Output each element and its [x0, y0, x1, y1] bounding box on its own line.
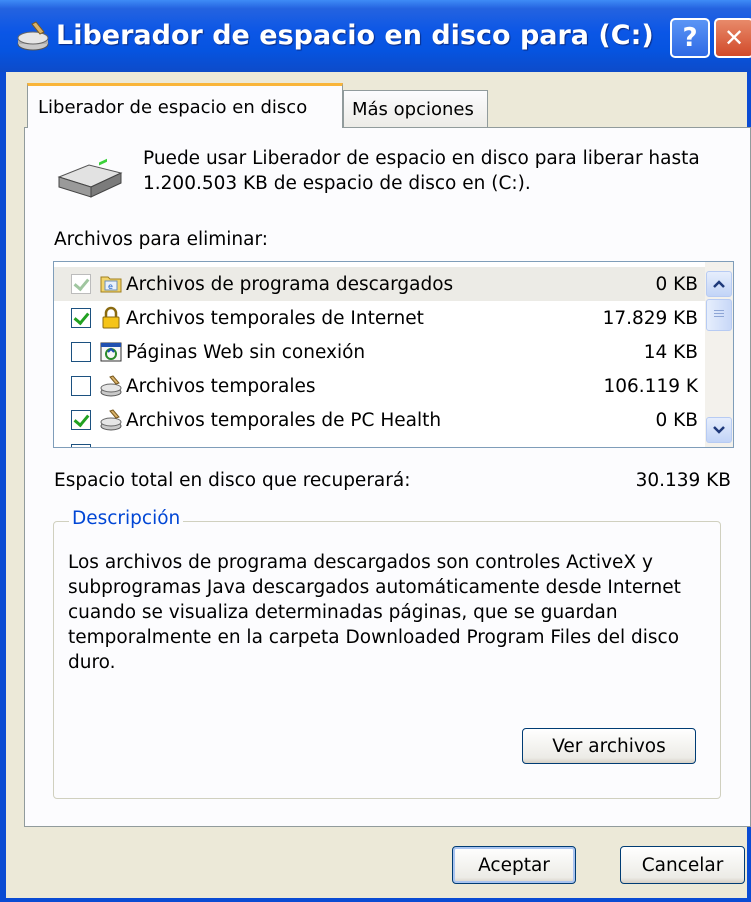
file-name: Archivos temporales de Internet: [126, 307, 424, 329]
description-legend: Descripción: [69, 508, 184, 529]
file-size: 106.119 K: [603, 375, 698, 397]
close-icon: ✕: [723, 24, 745, 52]
view-files-button[interactable]: Ver archivos: [522, 728, 696, 764]
checkbox[interactable]: [71, 274, 91, 294]
title-bar[interactable]: Liberador de espacio en disco para (C:) …: [0, 0, 751, 72]
file-name: Archivos temporales: [126, 375, 316, 397]
tab-panel: Puede usar Liberador de espacio en disco…: [24, 127, 751, 827]
list-scrollbar[interactable]: [705, 262, 733, 447]
tab-disk-cleanup[interactable]: Liberador de espacio en disco: [27, 83, 343, 128]
list-item[interactable]: Archivos temporales 106.119 K: [54, 369, 706, 403]
description-group: Descripción Los archivos de programa des…: [53, 508, 721, 799]
lock-icon: [102, 306, 120, 329]
list-item[interactable]: Páginas Web sin conexión 14 KB: [54, 335, 706, 369]
checkbox[interactable]: [71, 308, 91, 328]
checkbox[interactable]: [71, 376, 91, 396]
file-size: 17.829 KB: [602, 307, 698, 329]
files-list[interactable]: e Archivos de programa descargados 0 KB …: [53, 261, 734, 448]
tab-label: Liberador de espacio en disco: [38, 96, 308, 118]
description-text: Los archivos de programa descargados son…: [68, 552, 681, 673]
list-item[interactable]: Archivos temporales de Internet 17.829 K…: [54, 301, 706, 335]
tab-label: Más opciones: [352, 99, 474, 120]
intro-text: Puede usar Liberador de espacio en disco…: [143, 148, 700, 194]
cleanup-icon: [100, 409, 122, 431]
scroll-up-button[interactable]: [706, 271, 732, 297]
window-title: Liberador de espacio en disco para (C:): [56, 20, 654, 51]
checkbox[interactable]: [71, 342, 91, 362]
file-name: Archivos de programa descargados: [126, 273, 454, 295]
offline-pages-icon: [100, 342, 122, 362]
chevron-down-icon: [713, 426, 725, 434]
ok-button[interactable]: Aceptar: [452, 846, 576, 884]
file-name: Archivos temporales de PC Health: [126, 409, 442, 431]
close-button[interactable]: ✕: [714, 18, 751, 58]
help-icon: ?: [682, 23, 698, 53]
disk-cleanup-icon: [17, 21, 49, 51]
hard-drive-icon: [57, 158, 123, 198]
cleanup-icon: [100, 375, 122, 397]
scroll-down-button[interactable]: [706, 417, 732, 443]
total-space-label: Espacio total en disco que recuperará:: [54, 470, 411, 491]
files-to-delete-label: Archivos para eliminar:: [54, 229, 268, 250]
file-size: 0 KB: [655, 409, 698, 431]
downloaded-program-icon: e: [100, 276, 122, 293]
svg-text:e: e: [108, 282, 113, 291]
file-name: Páginas Web sin conexión: [126, 341, 366, 363]
cancel-button[interactable]: Cancelar: [620, 846, 745, 884]
tab-more-options[interactable]: Más opciones: [343, 90, 488, 128]
scroll-thumb[interactable]: [706, 299, 732, 331]
list-item[interactable]: [54, 437, 706, 447]
checkbox[interactable]: [71, 410, 91, 430]
total-space-value: 30.139 KB: [635, 470, 731, 491]
checkbox[interactable]: [71, 444, 91, 447]
file-size: 0 KB: [655, 273, 698, 295]
help-button[interactable]: ?: [670, 18, 710, 58]
file-size: 14 KB: [643, 341, 698, 363]
list-item[interactable]: Archivos temporales de PC Health 0 KB: [54, 403, 706, 437]
chevron-up-icon: [713, 280, 725, 288]
list-item[interactable]: e Archivos de programa descargados 0 KB: [54, 267, 706, 301]
